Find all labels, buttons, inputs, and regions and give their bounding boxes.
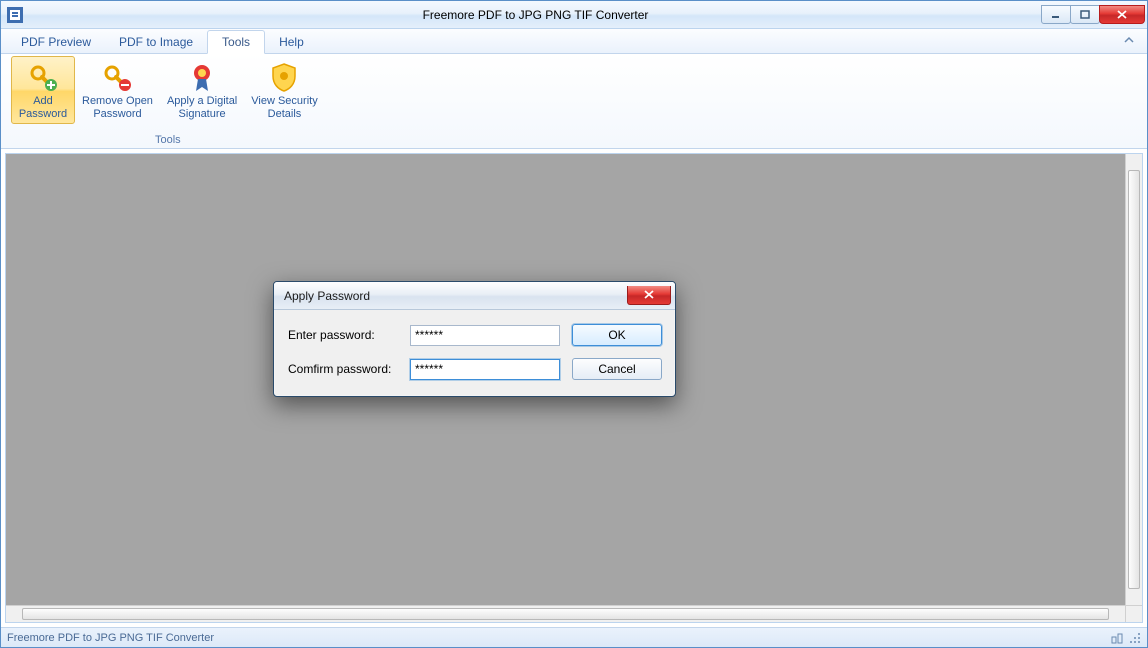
add-password-button[interactable]: AddPassword [11,56,75,124]
resize-grip-icon[interactable] [1129,632,1141,644]
collapse-ribbon-icon[interactable] [1123,34,1135,49]
ribbon-tabs: PDF Preview PDF to Image Tools Help [1,29,1147,54]
window-controls [1042,5,1145,24]
key-remove-icon [101,61,133,93]
titlebar[interactable]: Freemore PDF to JPG PNG TIF Converter [1,1,1147,29]
ribbon-btn-label: AddPassword [19,95,67,121]
ribbon-btn-label: View SecurityDetails [251,95,317,121]
ok-button[interactable]: OK [572,324,662,346]
tab-pdf-to-image[interactable]: PDF to Image [105,31,207,53]
ribbon-btn-label: Apply a DigitalSignature [167,95,237,121]
dialog-title: Apply Password [284,289,627,303]
ribbon-group-tools: AddPassword Remove OpenPassword Apply a … [7,56,329,148]
confirm-password-label: Comfirm password: [288,362,398,376]
statusbar-icons [1111,632,1141,644]
dialog-close-button[interactable] [627,286,671,305]
app-icon [7,7,23,23]
remove-open-password-button[interactable]: Remove OpenPassword [75,56,160,124]
cancel-button[interactable]: Cancel [572,358,662,380]
main-window: Freemore PDF to JPG PNG TIF Converter PD… [0,0,1148,648]
confirm-password-input[interactable] [410,359,560,380]
maximize-button[interactable] [1070,5,1100,24]
apply-password-dialog: Apply Password Enter password: OK Comfir… [273,281,676,397]
tab-help[interactable]: Help [265,31,318,53]
dialog-titlebar[interactable]: Apply Password [274,282,675,310]
apply-digital-signature-button[interactable]: Apply a DigitalSignature [160,56,244,124]
certificate-icon [186,61,218,93]
window-title: Freemore PDF to JPG PNG TIF Converter [29,8,1042,22]
close-button[interactable] [1099,5,1145,24]
ribbon: AddPassword Remove OpenPassword Apply a … [1,54,1147,149]
tab-tools[interactable]: Tools [207,30,265,54]
statusbar: Freemore PDF to JPG PNG TIF Converter [1,627,1147,647]
status-icon [1111,632,1123,644]
ribbon-btn-label: Remove OpenPassword [82,95,153,121]
ribbon-group-label: Tools [155,134,181,148]
horizontal-scrollbar[interactable] [6,605,1125,622]
enter-password-input[interactable] [410,325,560,346]
key-add-icon [27,61,59,93]
status-text: Freemore PDF to JPG PNG TIF Converter [7,632,214,644]
tab-pdf-preview[interactable]: PDF Preview [7,31,105,53]
minimize-button[interactable] [1041,5,1071,24]
view-security-details-button[interactable]: View SecurityDetails [244,56,324,124]
scroll-corner [1125,605,1142,622]
dialog-body: Enter password: OK Comfirm password: Can… [274,310,675,396]
vertical-scrollbar[interactable] [1125,154,1142,605]
shield-icon [268,61,300,93]
enter-password-label: Enter password: [288,328,398,342]
